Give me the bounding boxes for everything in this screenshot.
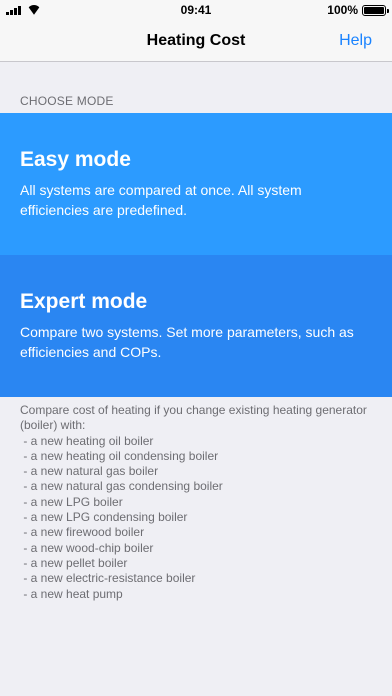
- boiler-list: - a new heating oil boiler - a new heati…: [20, 434, 380, 602]
- expert-mode-title: Expert mode: [20, 290, 148, 313]
- list-item: - a new heating oil boiler: [20, 433, 154, 448]
- list-item: - a new heat pump: [20, 586, 123, 601]
- list-item: - a new electric-resistance boiler: [20, 571, 196, 586]
- expert-mode-button[interactable]: Expert mode Compare two systems. Set mor…: [0, 255, 392, 397]
- navigation-bar: Heating Cost Help: [0, 20, 392, 62]
- footer-intro: Compare cost of heating if you change ex…: [20, 403, 367, 433]
- easy-mode-button[interactable]: Easy mode All systems are compared at on…: [0, 113, 392, 255]
- list-item: - a new LPG boiler: [20, 494, 123, 509]
- section-header: CHOOSE MODE: [20, 94, 114, 108]
- status-bar-right: 100%: [266, 3, 389, 17]
- battery-percentage: 100%: [327, 3, 358, 17]
- expert-mode-description: Compare two systems. Set more parameters…: [20, 324, 354, 360]
- page-title: Heating Cost: [146, 31, 246, 49]
- cellular-signal-icon: [6, 5, 21, 15]
- wifi-icon: [27, 5, 41, 15]
- status-bar-left: [6, 5, 126, 15]
- list-item: - a new wood-chip boiler: [20, 540, 154, 555]
- footer-description: Compare cost of heating if you change ex…: [20, 403, 380, 602]
- list-item: - a new natural gas condensing boiler: [20, 479, 223, 494]
- battery-icon: [362, 4, 389, 16]
- list-item: - a new heating oil condensing boiler: [20, 448, 219, 463]
- list-item: - a new pellet boiler: [20, 555, 128, 570]
- easy-mode-description: All systems are compared at once. All sy…: [20, 182, 302, 218]
- help-button[interactable]: Help: [339, 20, 372, 62]
- list-item: - a new firewood boiler: [20, 525, 145, 540]
- list-item: - a new LPG condensing boiler: [20, 510, 188, 525]
- status-bar: 09:41 100%: [0, 0, 392, 20]
- easy-mode-title: Easy mode: [20, 148, 131, 171]
- list-item: - a new natural gas boiler: [20, 464, 159, 479]
